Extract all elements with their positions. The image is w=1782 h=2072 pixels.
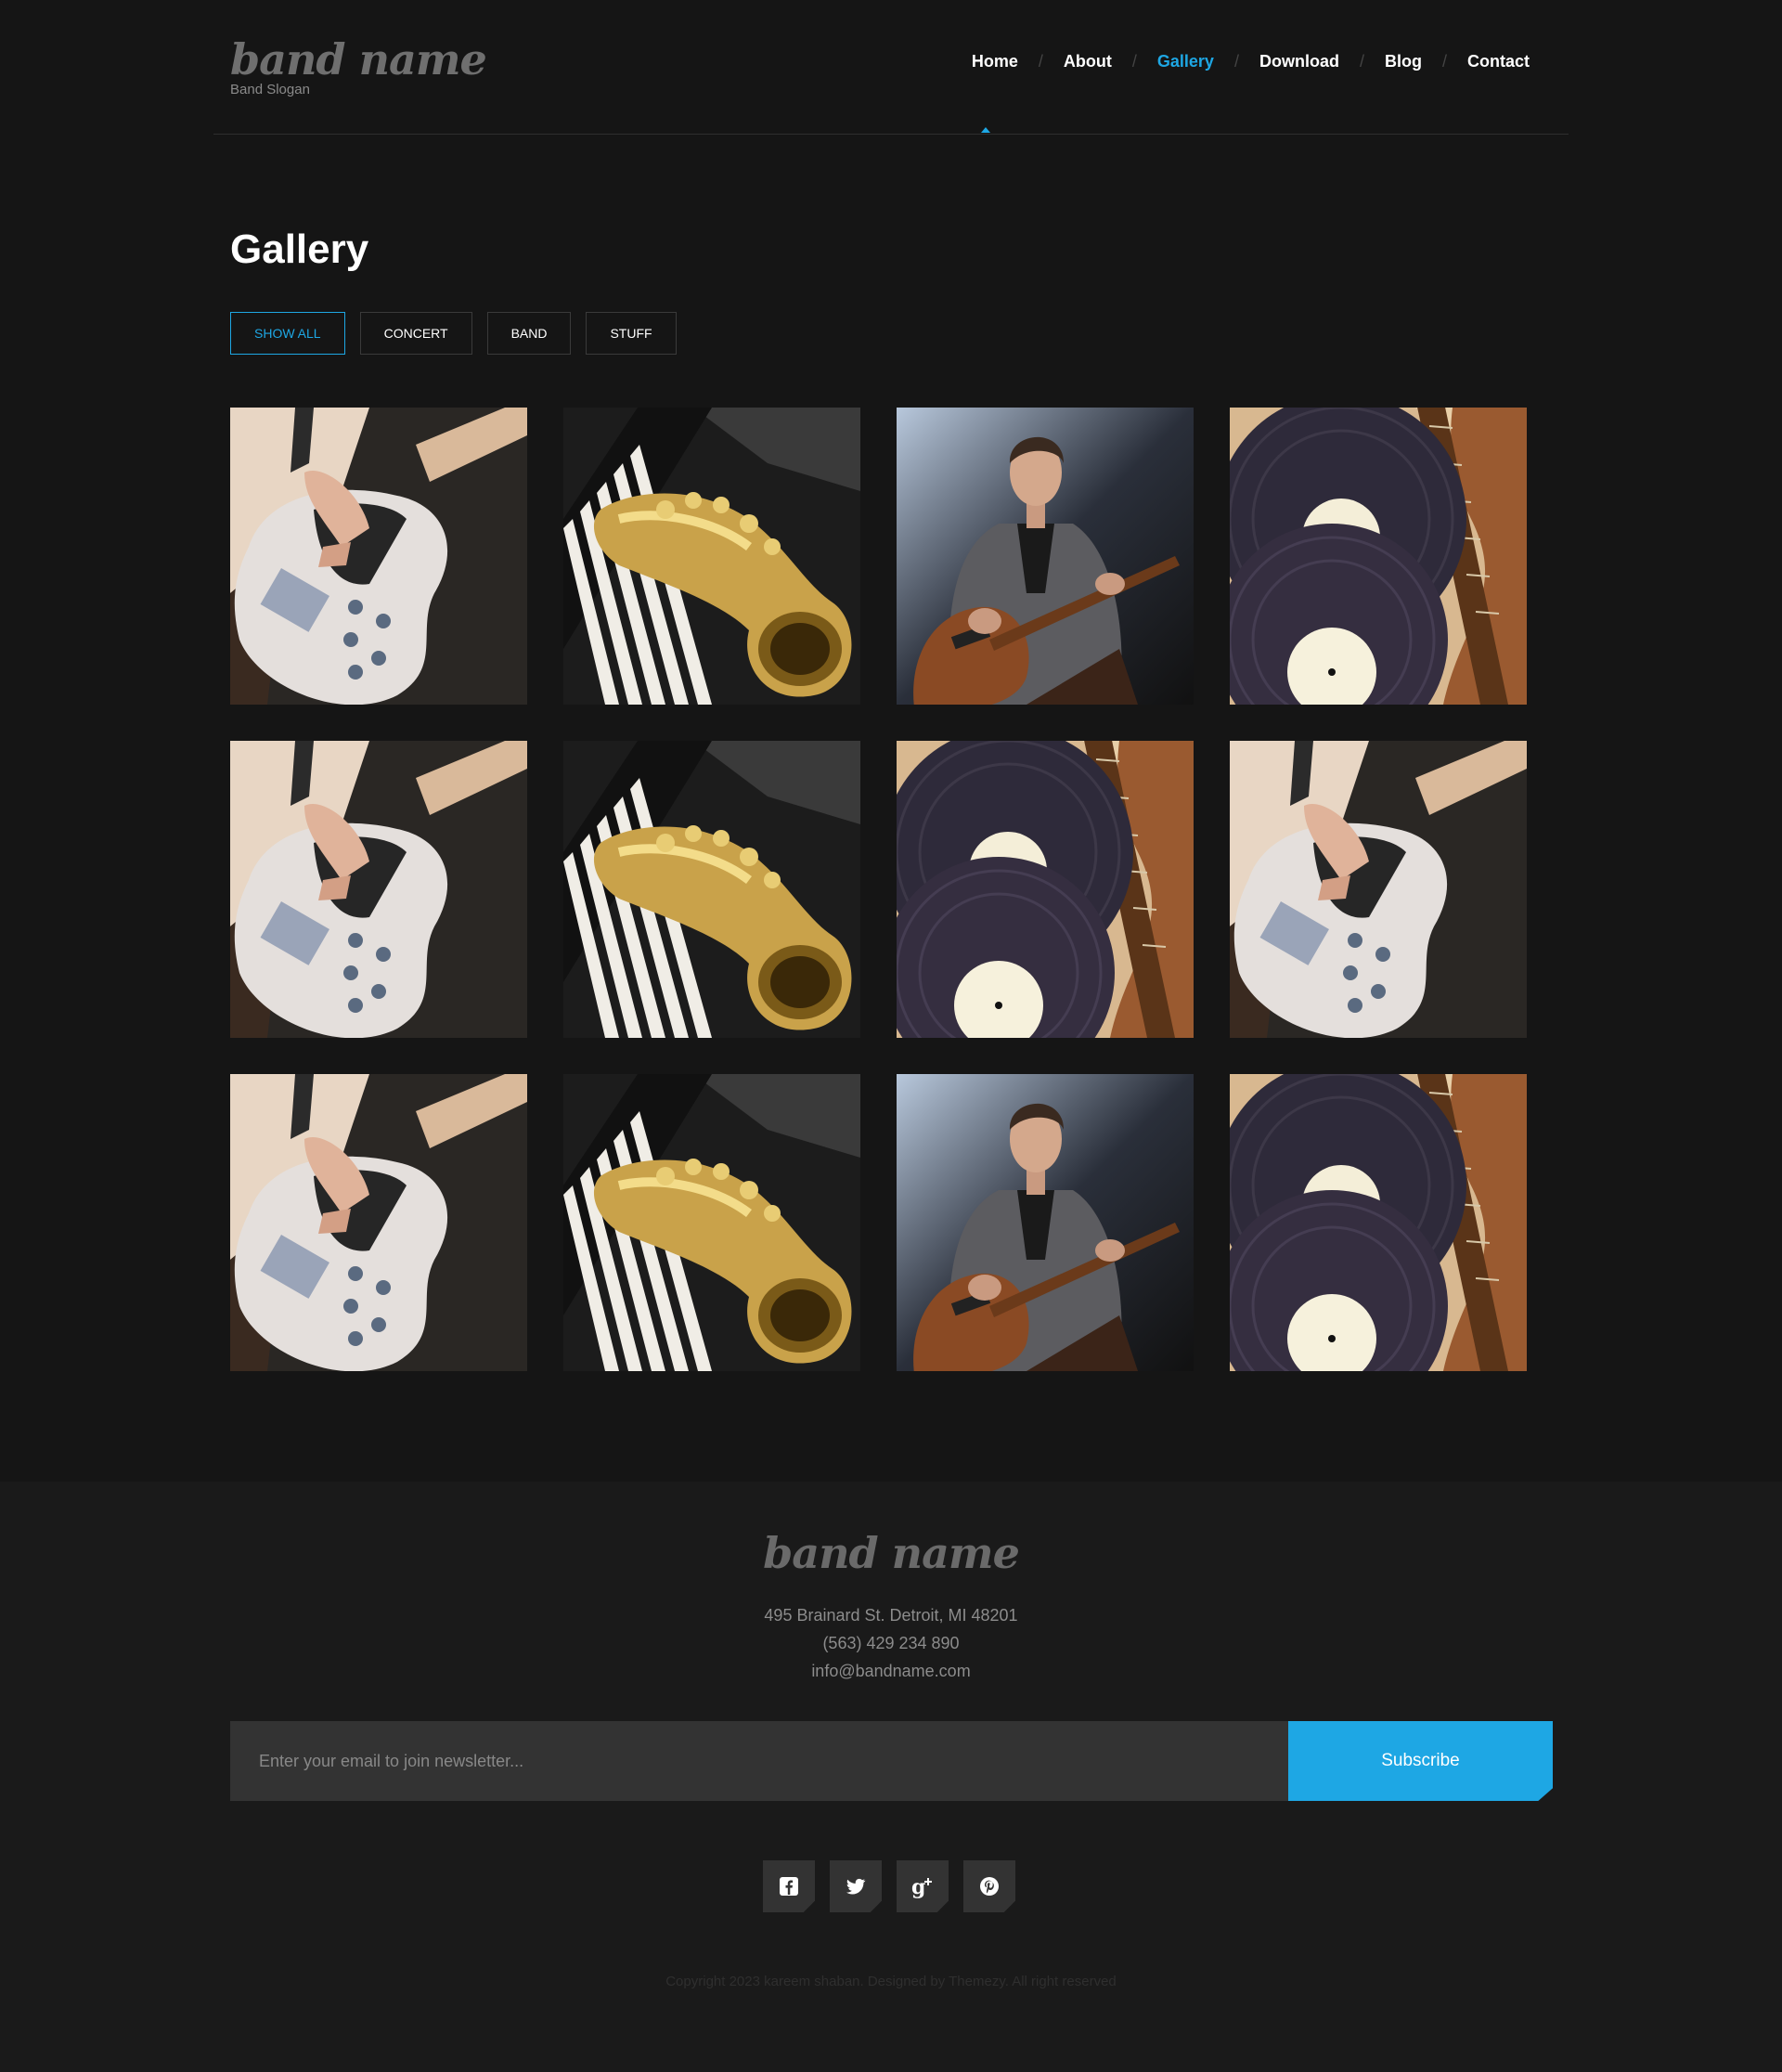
bass-guitar-photo — [230, 408, 527, 705]
band-logo: band name — [230, 34, 487, 84]
twitter-link[interactable] — [830, 1860, 882, 1912]
nav-separator: / — [1233, 52, 1239, 71]
svg-text:g: g — [911, 1875, 925, 1898]
bass-guitar-photo — [230, 741, 527, 1038]
guitarist-photo — [897, 1074, 1194, 1371]
bass-guitar-photo — [230, 1074, 527, 1371]
nav-contact[interactable]: Contact — [1467, 52, 1530, 71]
logo-link[interactable]: band name Band Slogan — [230, 33, 487, 97]
gallery-item[interactable] — [1230, 741, 1527, 1038]
nav-gallery[interactable]: Gallery — [1157, 52, 1214, 71]
bass-guitar-photo — [1230, 741, 1527, 1038]
nav-download[interactable]: Download — [1259, 52, 1339, 71]
social-links: g — [763, 1860, 1015, 1912]
gallery-item[interactable] — [563, 408, 860, 705]
google-plus-link[interactable]: g — [897, 1860, 949, 1912]
site-header: band name Band Slogan Home / About / Gal… — [213, 0, 1569, 135]
nav-home[interactable]: Home — [972, 52, 1018, 71]
vinyl-records-photo — [1230, 408, 1527, 705]
filter-stuff[interactable]: STUFF — [586, 312, 677, 355]
gallery-item[interactable] — [563, 741, 860, 1038]
footer-logo: band name — [763, 1528, 1020, 1578]
saxophone-piano-photo — [563, 741, 860, 1038]
nav-separator: / — [1038, 52, 1043, 71]
footer-email[interactable]: info@bandname.com — [0, 1662, 1782, 1681]
saxophone-piano-photo — [563, 408, 860, 705]
vinyl-records-photo — [1230, 1074, 1527, 1371]
filter-show-all[interactable]: SHOW ALL — [230, 312, 345, 355]
nav-about[interactable]: About — [1064, 52, 1112, 71]
facebook-link[interactable] — [763, 1860, 815, 1912]
gallery-item[interactable] — [230, 1074, 527, 1371]
newsletter-form: Subscribe — [230, 1721, 1553, 1801]
gallery-item[interactable] — [897, 408, 1194, 705]
copyright-text: Copyright 2023 kareem shaban. Designed b… — [665, 1974, 1117, 1989]
footer-phone: (563) 429 234 890 — [822, 1634, 960, 1652]
nav-separator: / — [1131, 52, 1137, 71]
nav-separator: / — [1441, 52, 1447, 71]
newsletter-email-input[interactable] — [230, 1721, 1288, 1801]
filter-band[interactable]: BAND — [486, 312, 572, 355]
vinyl-records-photo — [897, 741, 1194, 1038]
pinterest-icon — [980, 1877, 999, 1896]
facebook-icon — [780, 1877, 798, 1896]
guitarist-photo — [897, 408, 1194, 705]
gallery-item[interactable] — [1230, 1074, 1527, 1371]
subscribe-button[interactable]: Subscribe — [1288, 1721, 1553, 1801]
pinterest-link[interactable] — [963, 1860, 1015, 1912]
gallery-item[interactable] — [563, 1074, 860, 1371]
site-footer: band name 495 Brainard St. Detroit, MI 4… — [0, 1482, 1782, 2072]
nav-separator: / — [1359, 52, 1364, 71]
gallery-item[interactable] — [897, 741, 1194, 1038]
google-plus-icon: g — [911, 1875, 932, 1898]
gallery-item[interactable] — [230, 408, 527, 705]
gallery-item[interactable] — [1230, 408, 1527, 705]
footer-address: 495 Brainard St. Detroit, MI 48201 — [764, 1606, 1018, 1625]
nav-blog[interactable]: Blog — [1385, 52, 1422, 71]
gallery-item[interactable] — [897, 1074, 1194, 1371]
filter-concert[interactable]: CONCERT — [359, 312, 472, 355]
page-title: Gallery — [230, 227, 369, 272]
main-nav: Home / About / Gallery / Download / Blog… — [972, 52, 1530, 71]
gallery-filters: SHOW ALL CONCERT BAND STUFF — [230, 312, 677, 355]
active-nav-indicator — [981, 127, 990, 133]
gallery-item[interactable] — [230, 741, 527, 1038]
saxophone-piano-photo — [563, 1074, 860, 1371]
twitter-icon — [846, 1878, 866, 1895]
